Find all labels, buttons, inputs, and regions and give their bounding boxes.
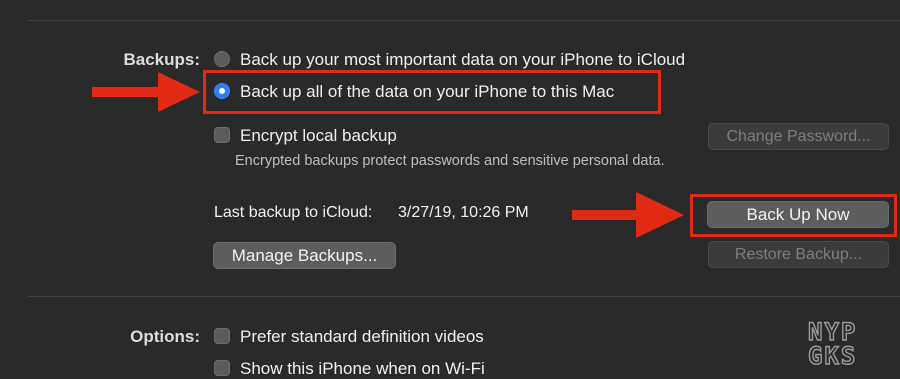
show-wifi-label[interactable]: Show this iPhone when on Wi-Fi <box>240 359 485 379</box>
icloud-backup-radio[interactable] <box>214 51 230 67</box>
encrypt-helper-text: Encrypted backups protect passwords and … <box>235 153 665 169</box>
change-password-button[interactable]: Change Password... <box>708 123 889 150</box>
prefer-sd-checkbox[interactable] <box>214 328 230 344</box>
watermark-line-2: GKS <box>808 342 857 368</box>
prefer-sd-label[interactable]: Prefer standard definition videos <box>240 327 484 347</box>
last-backup-label: Last backup to iCloud: <box>214 204 373 221</box>
mac-backup-highlight <box>203 70 661 114</box>
show-wifi-checkbox[interactable] <box>214 360 230 376</box>
restore-backup-button[interactable]: Restore Backup... <box>708 241 889 268</box>
nypgks-watermark-logo: NYP GKS <box>808 318 857 368</box>
icloud-backup-option-label[interactable]: Back up your most important data on your… <box>240 50 685 70</box>
last-backup-value: 3/27/19, 10:26 PM <box>398 204 529 221</box>
encrypt-checkbox[interactable] <box>214 127 230 143</box>
backups-section-label: Backups: <box>123 50 200 69</box>
arrow-to-mac-option-icon <box>92 72 200 112</box>
options-section-label: Options: <box>130 327 200 346</box>
arrow-to-back-up-now-icon <box>572 192 684 238</box>
top-divider <box>28 20 900 21</box>
middle-divider <box>28 296 900 297</box>
back-up-now-button[interactable]: Back Up Now <box>707 201 889 228</box>
manage-backups-button[interactable]: Manage Backups... <box>213 242 396 269</box>
encrypt-label[interactable]: Encrypt local backup <box>240 126 397 146</box>
